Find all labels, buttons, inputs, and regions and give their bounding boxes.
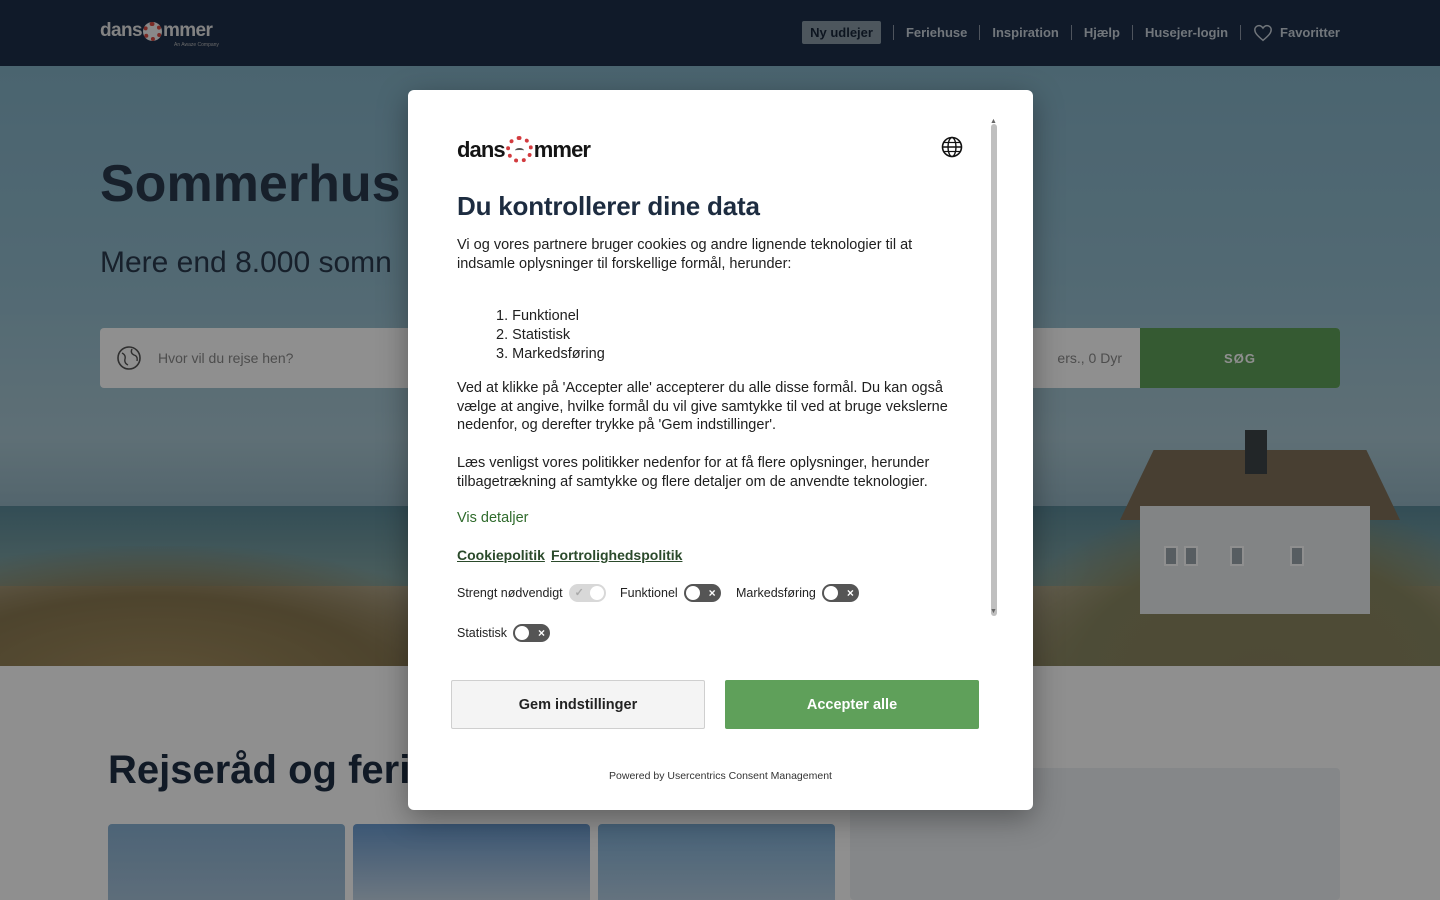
- powered-by-text: Powered by Usercentrics Consent Manageme…: [609, 770, 832, 782]
- toggle-knob: [823, 586, 838, 600]
- accept-all-button[interactable]: Accepter alle: [725, 680, 979, 729]
- consent-logo: dans mmer: [457, 136, 591, 163]
- toggle-necessary-label: Strengt nødvendigt: [457, 586, 563, 600]
- toggle-statistics-label: Statistisk: [457, 626, 508, 640]
- toggle-knob: [685, 586, 700, 600]
- toggle-knob: [589, 586, 604, 600]
- consent-title: Du kontrollerer dine data: [457, 191, 760, 221]
- toggle-marketing-switch[interactable]: ×: [821, 584, 859, 602]
- toggle-functional-label: Funktionel: [620, 586, 678, 600]
- purpose-item: 2. Statistisk: [496, 327, 571, 343]
- save-settings-button[interactable]: Gem indstillinger: [451, 680, 705, 729]
- purpose-item: 3. Markedsføring: [496, 346, 605, 362]
- close-icon: ×: [708, 586, 716, 600]
- consent-policy-text: Læs venligst vores politikker nedenfor f…: [457, 455, 930, 490]
- toggle-statistics-row: Statistisk ×: [457, 624, 551, 642]
- purpose-item: 1. Funktionel: [496, 308, 580, 324]
- toggle-necessary-row: Strengt nødvendigt ✓: [457, 584, 606, 602]
- consent-logo-text-right: mmer: [533, 136, 591, 162]
- purposes-list: 1. Funktionel 2. Statistisk 3. Markedsfø…: [496, 307, 605, 364]
- show-details-link[interactable]: Vis detaljer: [457, 510, 528, 526]
- language-icon[interactable]: [941, 136, 963, 158]
- scrollbar-thumb[interactable]: [991, 124, 997, 616]
- cookie-policy-link[interactable]: Cookiepolitik: [457, 547, 545, 563]
- consent-logo-text-left: dans: [457, 136, 506, 162]
- check-icon: ✓: [574, 587, 584, 599]
- toggle-marketing-label: Markedsføring: [736, 586, 816, 600]
- privacy-policy-link[interactable]: Fortrolighedspolitik: [551, 547, 682, 563]
- dialog-scrollbar[interactable]: ▲ ▼: [990, 118, 997, 618]
- close-icon: ×: [538, 626, 546, 640]
- cookie-consent-dialog: dans mmer Du kontrollerer dine data Vi o…: [408, 90, 1033, 810]
- close-icon: ×: [846, 586, 854, 600]
- consent-logo-sun-icon: [505, 136, 533, 163]
- toggle-functional-switch[interactable]: ×: [683, 584, 721, 602]
- toggle-functional-row: Funktionel ×: [620, 584, 721, 602]
- toggle-marketing-row: Markedsføring ×: [736, 584, 859, 602]
- scroll-arrow-down-icon[interactable]: ▼: [990, 608, 997, 615]
- toggle-statistics-switch[interactable]: ×: [513, 624, 551, 642]
- toggle-knob: [515, 626, 530, 640]
- consent-intro-text: Vi og vores partnere bruger cookies og a…: [457, 237, 913, 272]
- toggle-necessary-switch: ✓: [568, 584, 606, 602]
- consent-accept-explanation: Ved at klikke på 'Accepter alle' accepte…: [457, 380, 948, 434]
